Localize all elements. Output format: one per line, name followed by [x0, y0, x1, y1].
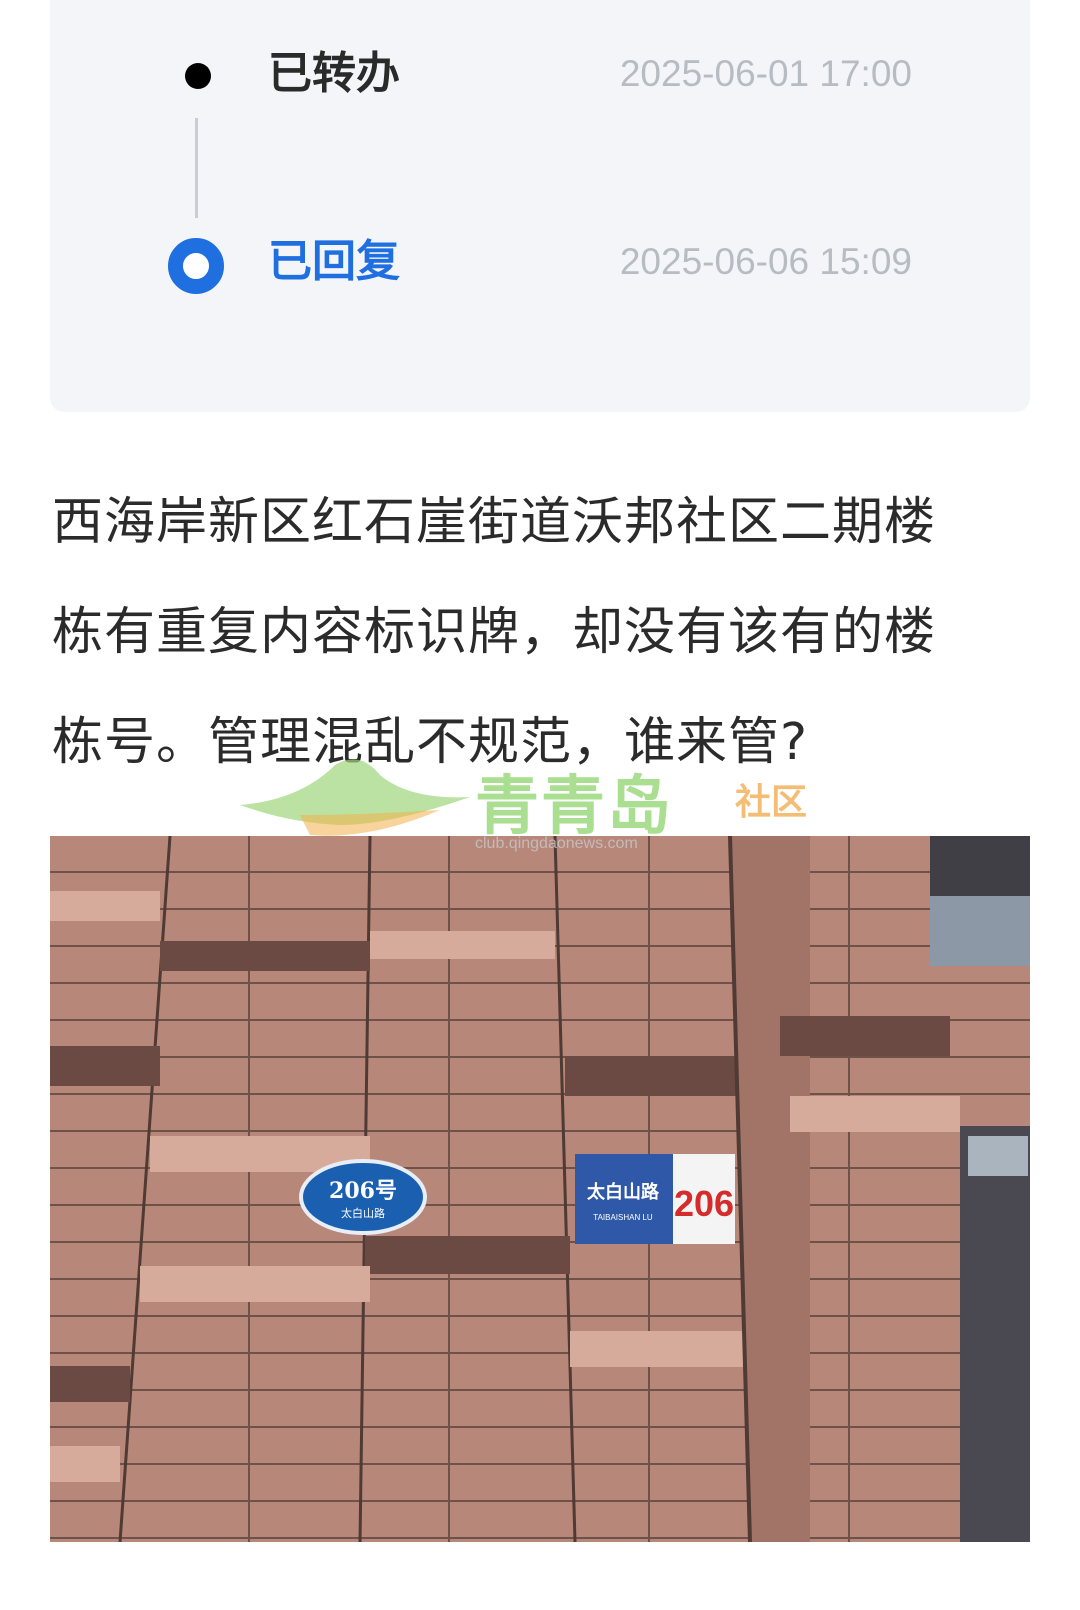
- oval-sign-road: 太白山路: [341, 1206, 385, 1220]
- timeline-time-replied: 2025-06-06 15:09: [619, 241, 912, 282]
- post-line: 西海岸新区红石崖街道沃邦社区二期楼: [52, 493, 937, 552]
- watermark-name: 青青岛: [475, 770, 673, 844]
- status-timeline: 已转办 2025-06-01 17:00 已回复 2025-06-06 15:0…: [50, 0, 1030, 412]
- post-body: 西海岸新区红石崖街道沃邦社区二期楼 栋有重复内容标识牌，却没有该有的楼 栋号。管…: [52, 468, 1037, 798]
- timeline-time-transferred: 2025-06-01 17:00: [619, 53, 912, 94]
- timeline-dot-done: [185, 63, 211, 89]
- timeline-label-transferred: 已转办: [268, 48, 400, 99]
- timeline-connector: [195, 118, 198, 218]
- road-number-sign: 太白山路 TAIBAISHAN LU 206: [575, 1154, 735, 1244]
- building-wall-image: [50, 836, 1030, 1542]
- watermark-sub: 社区: [735, 782, 808, 823]
- timeline-label-replied: 已回复: [268, 236, 400, 287]
- post-photo[interactable]: 206号 太白山路 太白山路 TAIBAISHAN LU 206: [50, 836, 1030, 1542]
- road-sign-number: 206: [674, 1183, 734, 1224]
- oval-address-sign: 206号 太白山路: [299, 1159, 427, 1235]
- watermark-url: club.qingdaonews.com: [475, 835, 638, 852]
- post-line: 栋有重复内容标识牌，却没有该有的楼: [52, 603, 937, 662]
- oval-sign-number: 206号: [329, 1178, 397, 1204]
- site-watermark: 青青岛 社区 club.qingdaonews.com: [240, 755, 840, 865]
- road-sign-name: 太白山路: [587, 1181, 660, 1203]
- mountain-logo-icon: [240, 759, 470, 836]
- timeline-dot-active: [168, 238, 224, 294]
- road-sign-pinyin: TAIBAISHAN LU: [593, 1213, 653, 1222]
